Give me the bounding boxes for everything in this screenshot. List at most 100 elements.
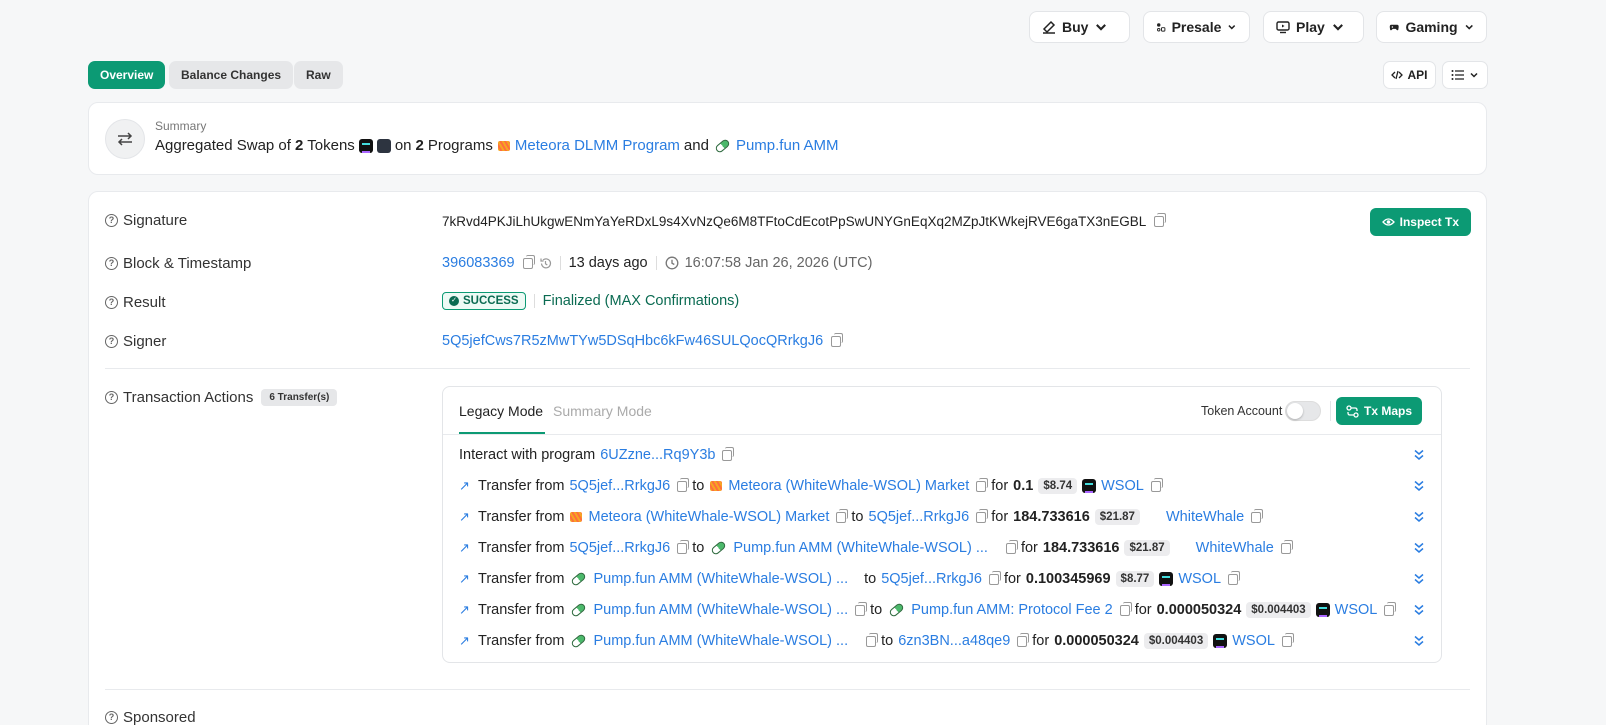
token-link[interactable]: WhiteWhale xyxy=(1196,540,1274,556)
token-link[interactable]: WhiteWhale xyxy=(1166,509,1244,525)
help-icon[interactable]: ? xyxy=(105,296,118,309)
sponsored-row-label: ? Sponsored xyxy=(105,709,196,725)
double-chevron-down-icon[interactable] xyxy=(1413,448,1425,462)
token-link[interactable]: WSOL xyxy=(1232,633,1275,649)
copy-icon[interactable] xyxy=(1228,570,1241,585)
to-account-link[interactable]: Meteora (WhiteWhale-WSOL) Market xyxy=(728,478,969,494)
help-icon[interactable]: ? xyxy=(105,711,118,724)
signature-value: 7kRvd4PKJiLhUkgwENmYaYeRDxL9s4XvNzQe6M8T… xyxy=(442,213,1167,229)
help-icon[interactable]: ? xyxy=(105,335,118,348)
history-icon[interactable] xyxy=(539,257,552,270)
block-row-label: ? Block & Timestamp xyxy=(105,255,251,272)
meteora-program-link[interactable]: Meteora DLMM Program xyxy=(515,137,680,154)
amount: 0.100345969 xyxy=(1025,571,1111,587)
inspect-tx-button[interactable]: Inspect Tx xyxy=(1369,208,1471,236)
presale-menu-button[interactable]: Presale xyxy=(1143,11,1250,43)
api-button[interactable]: API xyxy=(1383,61,1436,89)
double-chevron-down-icon[interactable] xyxy=(1413,603,1425,617)
double-chevron-down-icon[interactable] xyxy=(1413,510,1425,524)
signer-link[interactable]: 5Q5jefCws7R5zMwTYw5DSqHbc6kFw46SULQocQRr… xyxy=(442,333,823,349)
tab-overview[interactable]: Overview xyxy=(88,61,166,89)
summary-text: Aggregated Swap of 2 Tokens on 2 Program… xyxy=(155,137,839,154)
copy-icon[interactable] xyxy=(855,601,868,616)
presale-icon xyxy=(1157,23,1166,32)
help-icon[interactable]: ? xyxy=(105,391,118,404)
to-account-link[interactable]: 6zn3BN...a48qe9 xyxy=(898,633,1010,649)
whitewhale-token-icon[interactable] xyxy=(376,138,391,153)
program-link[interactable]: 6UZzne...Rq9Y3b xyxy=(600,447,715,463)
tx-maps-button[interactable]: Tx Maps xyxy=(1336,397,1422,425)
from-account-link[interactable]: 5Q5jef...RrkgJ6 xyxy=(569,478,670,494)
from-account-link[interactable]: Pump.fun AMM (WhiteWhale-WSOL) ... xyxy=(593,602,848,618)
tab-legacy-mode[interactable]: Legacy Mode xyxy=(459,403,546,434)
copy-icon[interactable] xyxy=(866,632,879,647)
copy-icon[interactable] xyxy=(522,254,535,269)
tab-raw[interactable]: Raw xyxy=(294,61,343,89)
play-menu-button[interactable]: Play xyxy=(1263,11,1364,43)
to-account-link[interactable]: Pump.fun AMM: Protocol Fee 2 xyxy=(911,602,1112,618)
wsol-token-icon[interactable] xyxy=(358,138,373,153)
sponsored-label: Sponsored xyxy=(123,709,196,725)
on-word: on xyxy=(394,137,412,154)
gaming-menu-button[interactable]: Gaming xyxy=(1376,11,1487,43)
copy-icon[interactable] xyxy=(1280,539,1293,554)
to-account-link[interactable]: 5Q5jef...RrkgJ6 xyxy=(869,509,970,525)
panel-tabs: Legacy Mode Summary Mode Token Account T… xyxy=(443,387,1441,435)
copy-icon[interactable] xyxy=(1154,213,1167,227)
token-link[interactable]: WSOL xyxy=(1335,602,1378,618)
token-account-toggle[interactable] xyxy=(1285,401,1321,421)
help-icon[interactable]: ? xyxy=(105,214,118,227)
to-account-link[interactable]: Pump.fun AMM (WhiteWhale-WSOL) ... xyxy=(733,540,988,556)
for-text: for xyxy=(991,478,1009,494)
tab-balance-changes[interactable]: Balance Changes xyxy=(169,61,294,89)
from-account-link[interactable]: Pump.fun AMM (WhiteWhale-WSOL) ... xyxy=(593,571,848,587)
tokens-word: Tokens xyxy=(307,137,355,154)
copy-icon[interactable] xyxy=(1150,477,1163,492)
from-account-link[interactable]: 5Q5jef...RrkgJ6 xyxy=(569,540,670,556)
to-account-link[interactable]: 5Q5jef...RrkgJ6 xyxy=(881,571,982,587)
help-icon[interactable]: ? xyxy=(105,257,118,270)
divider xyxy=(105,368,1470,369)
block-link[interactable]: 396083369 xyxy=(442,255,515,271)
from-account-link[interactable]: Meteora (WhiteWhale-WSOL) Market xyxy=(588,509,829,525)
double-chevron-down-icon[interactable] xyxy=(1413,634,1425,648)
double-chevron-down-icon[interactable] xyxy=(1413,572,1425,586)
copy-icon[interactable] xyxy=(1281,632,1294,647)
copy-icon[interactable] xyxy=(1017,632,1030,647)
copy-icon[interactable] xyxy=(976,477,989,492)
chevron-down-icon xyxy=(1228,25,1236,30)
token-link[interactable]: WSOL xyxy=(1178,571,1221,587)
copy-icon[interactable] xyxy=(976,508,989,523)
copy-icon[interactable] xyxy=(836,508,849,523)
copy-icon[interactable] xyxy=(1251,508,1264,523)
meteora-icon xyxy=(497,139,511,153)
copy-icon[interactable] xyxy=(722,446,735,461)
copy-icon[interactable] xyxy=(1005,539,1018,554)
buy-menu-button[interactable]: Buy xyxy=(1029,11,1130,43)
copy-icon[interactable] xyxy=(988,570,1001,585)
token-link[interactable]: WSOL xyxy=(1101,478,1144,494)
program-count: 2 xyxy=(415,137,424,154)
separator xyxy=(1330,401,1331,421)
transfer-row: ↗ Transfer from Meteora (WhiteWhale-WSOL… xyxy=(459,506,1425,528)
result-row-label: ? Result xyxy=(105,294,166,311)
for-text: for xyxy=(991,509,1009,525)
copy-icon[interactable] xyxy=(1119,601,1132,616)
summary-prefix: Aggregated Swap of xyxy=(155,137,291,154)
copy-icon[interactable] xyxy=(677,477,690,492)
api-label: API xyxy=(1407,68,1428,82)
copy-icon[interactable] xyxy=(1384,601,1397,616)
for-text: for xyxy=(1134,602,1152,618)
transfer-from-text: Transfer from xyxy=(478,478,565,494)
double-chevron-down-icon[interactable] xyxy=(1413,479,1425,493)
double-chevron-down-icon[interactable] xyxy=(1413,541,1425,555)
from-account-link[interactable]: Pump.fun AMM (WhiteWhale-WSOL) ... xyxy=(593,633,848,649)
tab-summary-mode[interactable]: Summary Mode xyxy=(553,403,652,419)
view-options-button[interactable] xyxy=(1442,61,1488,89)
copy-icon[interactable] xyxy=(677,539,690,554)
pumpfun-program-link[interactable]: Pump.fun AMM xyxy=(736,137,839,154)
actions-panel: Legacy Mode Summary Mode Token Account T… xyxy=(442,386,1442,663)
to-text: to xyxy=(692,478,705,494)
copy-icon[interactable] xyxy=(831,332,844,347)
meteora-icon xyxy=(569,510,583,524)
